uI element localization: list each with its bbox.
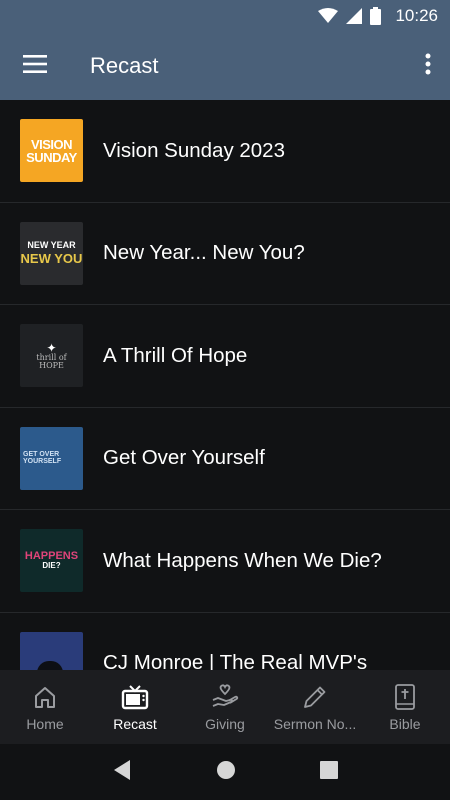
nav-item-sermon-notes[interactable]: Sermon No... — [270, 670, 360, 744]
nav-label: Bible — [389, 716, 421, 732]
overflow-menu-button[interactable] — [406, 32, 450, 100]
hamburger-icon — [23, 54, 47, 78]
bible-icon — [394, 682, 416, 712]
recents-icon[interactable] — [320, 760, 338, 784]
bottom-navigation: Home Recast Giving Sermon No... Bible — [0, 670, 450, 744]
giving-hand-icon — [211, 682, 239, 712]
thumbnail-image: GET OVER YOURSELF — [20, 426, 83, 490]
list-item[interactable]: ✦ thrill of HOPE A Thrill Of Hope — [0, 305, 450, 408]
list-item-title: New Year... New You? — [103, 241, 305, 265]
nav-label: Home — [26, 716, 64, 732]
nav-label: Sermon No... — [273, 716, 357, 732]
thumbnail-image — [20, 631, 83, 670]
recast-list: VISION SUNDAY Vision Sunday 2023 NEW YEAR… — [0, 100, 450, 670]
nav-item-bible[interactable]: Bible — [360, 670, 450, 744]
pencil-icon — [302, 682, 328, 712]
menu-button[interactable] — [0, 32, 70, 100]
back-icon[interactable] — [112, 759, 132, 786]
status-bar: 10:26 — [0, 0, 450, 32]
battery-icon — [370, 7, 382, 25]
list-item[interactable]: CJ Monroe | The Real MVP's — [0, 613, 450, 670]
status-time: 10:26 — [395, 6, 438, 25]
list-item-title: Get Over Yourself — [103, 446, 265, 470]
thumbnail-image: HAPPENS DIE? — [20, 529, 83, 593]
app-bar: Recast — [0, 32, 450, 100]
list-item-title: A Thrill Of Hope — [103, 343, 248, 367]
nav-item-giving[interactable]: Giving — [180, 670, 270, 744]
thumbnail-image: NEW YEAR NEW YOU — [20, 221, 83, 285]
home-icon — [33, 682, 57, 712]
list-item-title: What Happens When We Die? — [103, 548, 382, 572]
list-item[interactable]: VISION SUNDAY Vision Sunday 2023 — [0, 100, 450, 203]
thumbnail-image: VISION SUNDAY — [20, 119, 83, 183]
nav-item-home[interactable]: Home — [0, 670, 90, 744]
thumbnail-image: ✦ thrill of HOPE — [20, 324, 83, 388]
tv-icon — [121, 682, 149, 712]
more-vert-icon — [425, 53, 431, 80]
list-item[interactable]: HAPPENS DIE? What Happens When We Die? — [0, 510, 450, 613]
signal-icon — [346, 8, 363, 24]
nav-label: Giving — [205, 716, 245, 732]
nav-label: Recast — [113, 716, 157, 732]
list-item-title: Vision Sunday 2023 — [103, 138, 285, 162]
page-title: Recast — [90, 53, 159, 78]
home-circle-icon[interactable] — [216, 760, 236, 785]
wifi-icon — [318, 8, 339, 24]
list-item-title: CJ Monroe | The Real MVP's — [103, 651, 368, 670]
system-navigation-bar — [0, 744, 450, 800]
nav-item-recast[interactable]: Recast — [90, 670, 180, 744]
list-item[interactable]: GET OVER YOURSELF Get Over Yourself — [0, 408, 450, 510]
list-item[interactable]: NEW YEAR NEW YOU New Year... New You? — [0, 203, 450, 305]
